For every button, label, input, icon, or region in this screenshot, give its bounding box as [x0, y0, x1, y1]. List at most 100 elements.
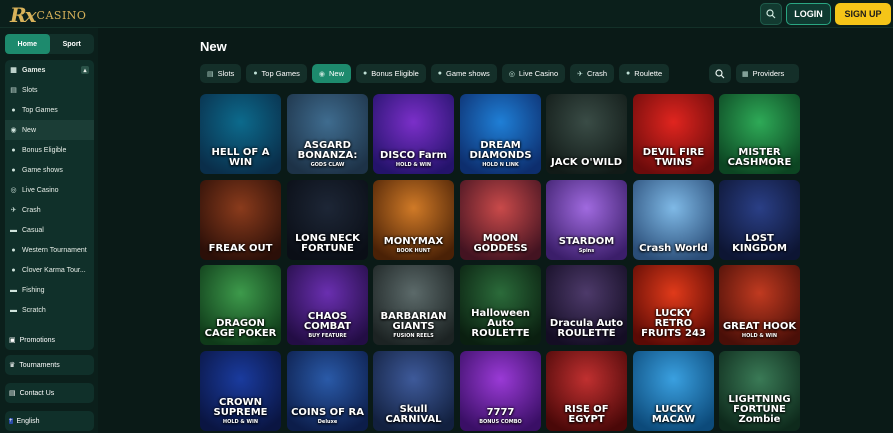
logo-mark: Rx: [10, 3, 37, 27]
sidebar-item-slots[interactable]: ▤ Slots: [5, 80, 94, 100]
tab-top-games[interactable]: ● Top Games: [246, 64, 307, 83]
sport-tab[interactable]: Sport: [50, 34, 95, 54]
game-tile[interactable]: LUCKY MACAW: [633, 351, 714, 431]
tab-slots[interactable]: ▤ Slots: [200, 64, 242, 83]
tab-label: Bonus Eligible: [371, 69, 419, 78]
sidebar-item-clover-karma[interactable]: ● Clover Karma Tour...: [5, 260, 94, 280]
game-tile[interactable]: BARBARIAN GIANTS FUSION REELS: [373, 265, 454, 345]
game-title-wrap: RISE OF EGYPT: [549, 405, 624, 425]
sidebar-item-casual[interactable]: ▬ Casual: [5, 220, 94, 240]
logo-text: CASINO: [36, 8, 87, 22]
new-icon: ◉: [318, 70, 326, 78]
game-tile[interactable]: CROWN SUPREME HOLD & WIN: [200, 351, 281, 431]
sidebar-tournaments[interactable]: ♛ Tournaments: [5, 355, 94, 375]
game-title-wrap: Crash World: [639, 244, 708, 254]
game-subtitle: BONUS COMBO: [479, 419, 522, 425]
sidebar-promotions[interactable]: ▣ Promotions: [5, 330, 94, 350]
sidebar-item-new[interactable]: ◉ New: [5, 120, 94, 140]
tab-bonus-eligible[interactable]: ● Bonus Eligible: [356, 64, 426, 83]
game-title-wrap: COINS OF RA Deluxe: [291, 407, 364, 426]
game-tile[interactable]: MISTER CASHMORE: [719, 94, 800, 174]
language-selector[interactable]: + English: [5, 411, 94, 431]
game-tile[interactable]: DISCO Farm HOLD & WIN: [373, 94, 454, 174]
game-title: GREAT HOOK HOLD & WIN: [722, 321, 797, 340]
game-tile[interactable]: Dracula Auto ROULETTE: [546, 265, 627, 345]
game-subtitle: BUY FEATURE: [308, 333, 347, 339]
casino-logo[interactable]: Rx CASINO: [10, 3, 86, 27]
sidebar-item-top-games[interactable]: ● Top Games: [5, 100, 94, 120]
game-subtitle: GODS CLAW: [310, 162, 345, 168]
game-tile[interactable]: RISE OF EGYPT: [546, 351, 627, 431]
game-title: 7777 BONUS COMBO: [479, 407, 522, 426]
game-tile[interactable]: DREAM DIAMONDS HOLD N LINK: [460, 94, 541, 174]
game-title: LOST KINGDOM: [732, 233, 787, 254]
game-tile[interactable]: 7777 BONUS COMBO: [460, 351, 541, 431]
category-tabs: ▤ Slots ● Top Games ◉ New ● Bonus Eligible ●…: [200, 64, 705, 83]
game-title: Halloween Auto ROULETTE: [471, 308, 530, 339]
game-tile[interactable]: LONG NECK FORTUNE: [287, 180, 368, 260]
home-tab[interactable]: Home: [5, 34, 50, 54]
sidebar-item-game-shows[interactable]: ● Game shows: [5, 160, 94, 180]
game-tile[interactable]: DRAGON CAGE POKER: [200, 265, 281, 345]
game-tile[interactable]: STARDOM Spins: [546, 180, 627, 260]
game-tile[interactable]: HELL OF A WIN: [200, 94, 281, 174]
tab-label: Slots: [217, 69, 235, 78]
game-tile[interactable]: LUCKY RETRO FRUITS 243: [633, 265, 714, 345]
game-title-wrap: GREAT HOOK HOLD & WIN: [722, 321, 797, 340]
game-subtitle: HOLD & WIN: [395, 162, 432, 168]
game-tile[interactable]: GREAT HOOK HOLD & WIN: [719, 265, 800, 345]
sidebar-item-bonus-eligible[interactable]: ● Bonus Eligible: [5, 140, 94, 160]
game-tile[interactable]: MONYMAX BOOK HUNT: [373, 180, 454, 260]
game-tile[interactable]: FREAK OUT: [200, 180, 281, 260]
sidebar-item-live-casino[interactable]: ◎ Live Casino: [5, 180, 94, 200]
game-tile[interactable]: CHAOS COMBAT BUY FEATURE: [287, 265, 368, 345]
signup-button[interactable]: SIGN UP: [835, 3, 891, 25]
game-title: COINS OF RA Deluxe: [291, 407, 364, 426]
sidebar-item-fishing[interactable]: ▬ Fishing: [5, 280, 94, 300]
tab-crash[interactable]: ✈ Crash: [570, 64, 615, 83]
new-icon: ◉: [10, 127, 17, 134]
uk-flag-icon: +: [9, 418, 13, 424]
sidebar-item-label: Crash: [22, 206, 41, 214]
game-title-wrap: LOST KINGDOM: [722, 234, 797, 254]
tab-live-casino[interactable]: ◎ Live Casino: [501, 64, 566, 83]
sidebar-contact-us[interactable]: ▤ Contact Us: [5, 383, 94, 403]
game-title-wrap: MONYMAX BOOK HUNT: [384, 237, 443, 255]
game-tile[interactable]: Halloween Auto ROULETTE: [460, 265, 541, 345]
game-tile[interactable]: COINS OF RA Deluxe: [287, 351, 368, 431]
chevron-up-icon[interactable]: ▴: [81, 66, 89, 74]
game-title-wrap: LIGHTNING FORTUNE Zombie: [722, 395, 797, 425]
game-tile[interactable]: MOON GODDESS: [460, 180, 541, 260]
game-search-button[interactable]: [709, 64, 731, 83]
game-tile[interactable]: ASGARD BONANZA: GODS CLAW: [287, 94, 368, 174]
game-tile[interactable]: LIGHTNING FORTUNE Zombie: [719, 351, 800, 431]
search-icon: [766, 9, 776, 19]
sidebar-item-western-tournament[interactable]: ● Western Tournament: [5, 240, 94, 260]
game-title-wrap: CROWN SUPREME HOLD & WIN: [203, 398, 278, 426]
game-tile[interactable]: LOST KINGDOM: [719, 180, 800, 260]
sidebar-item-label: Scratch: [22, 306, 46, 314]
game-title-wrap: DISCO Farm HOLD & WIN: [380, 150, 447, 169]
game-title-wrap: CHAOS COMBAT BUY FEATURE: [290, 312, 365, 340]
game-tile[interactable]: JACK O'WILD: [546, 94, 627, 174]
tab-roulette[interactable]: ● Roulette: [619, 64, 670, 83]
header-search-button[interactable]: [760, 3, 782, 25]
game-title: DISCO Farm HOLD & WIN: [380, 150, 447, 169]
game-tile[interactable]: DEVIL FIRE TWINS: [633, 94, 714, 174]
game-title-wrap: LUCKY RETRO FRUITS 243: [636, 309, 711, 339]
sidebar-item-crash[interactable]: ✈ Crash: [5, 200, 94, 220]
game-shows-icon: ●: [11, 166, 16, 174]
game-subtitle: HOLD & WIN: [222, 419, 259, 425]
tab-game-shows[interactable]: ● Game shows: [430, 64, 497, 83]
game-tile[interactable]: Skull CARNIVAL: [373, 351, 454, 431]
games-menu-header[interactable]: ▦ Games ▴: [5, 60, 94, 80]
tab-new[interactable]: ◉ New: [311, 64, 352, 83]
sidebar-item-scratch[interactable]: ▬ Scratch: [5, 300, 94, 320]
login-button[interactable]: LOGIN: [786, 3, 831, 25]
game-subtitle: HOLD & WIN: [741, 333, 778, 339]
crash-icon: ✈: [577, 70, 583, 78]
providers-button[interactable]: ▦ Providers: [736, 64, 799, 83]
game-tile[interactable]: Crash World: [633, 180, 714, 260]
page-title: New: [200, 39, 227, 54]
game-title: CHAOS COMBAT BUY FEATURE: [290, 312, 365, 340]
